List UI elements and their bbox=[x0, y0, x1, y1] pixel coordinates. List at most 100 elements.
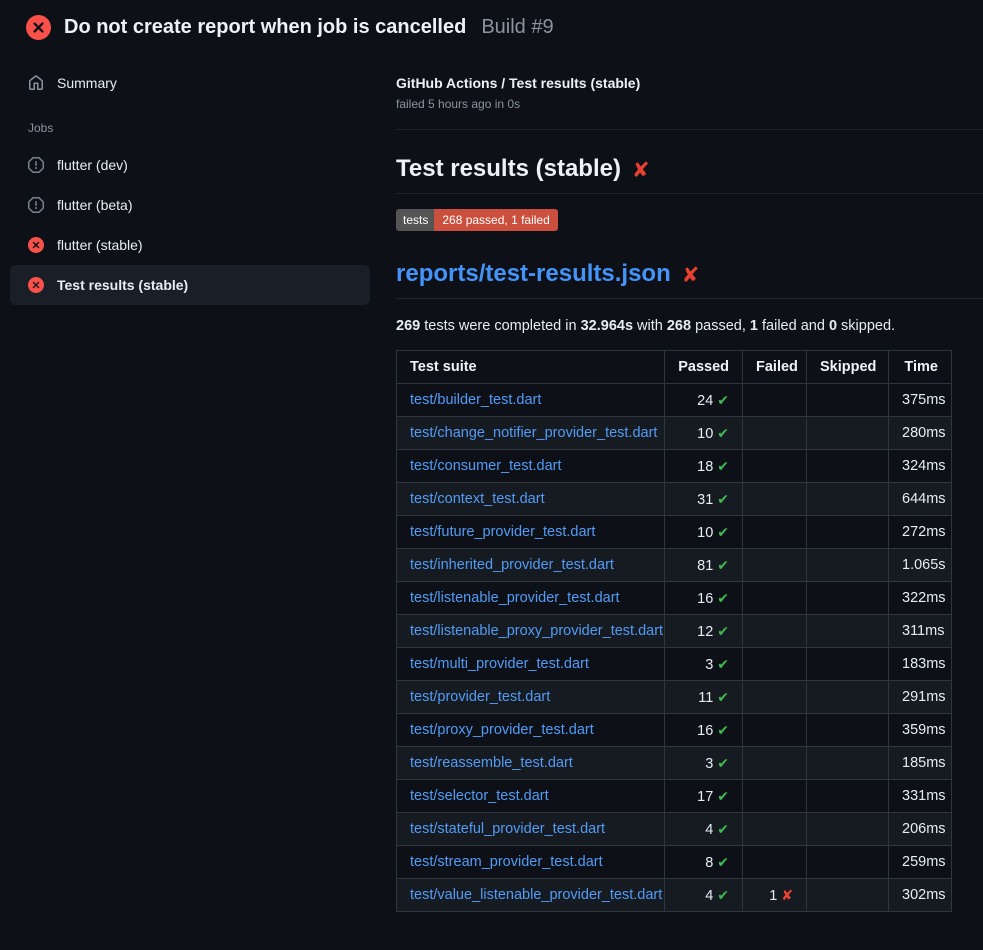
test-suite-link[interactable]: test/multi_provider_test.dart bbox=[410, 656, 589, 672]
test-results-heading: Test results (stable) ✘ bbox=[396, 155, 983, 194]
test-suite-link[interactable]: test/change_notifier_provider_test.dart bbox=[410, 425, 657, 441]
failed-cross-icon: ✘ bbox=[632, 158, 650, 181]
suite-time: 183ms bbox=[902, 656, 946, 672]
column-header-skipped: Skipped bbox=[807, 351, 889, 384]
column-header-passed: Passed bbox=[665, 351, 743, 384]
summary-segment: failed and bbox=[758, 318, 829, 334]
check-icon: ✔ bbox=[717, 854, 729, 870]
home-icon bbox=[28, 75, 44, 91]
check-icon: ✔ bbox=[717, 722, 729, 738]
sidebar: Summary Jobs flutter (dev) flutter (beta… bbox=[0, 51, 380, 305]
passed-count: 16 bbox=[697, 591, 713, 607]
check-icon: ✔ bbox=[717, 524, 729, 540]
workflow-run-title: Do not create report when job is cancell… bbox=[64, 16, 466, 39]
summary-segment: passed, bbox=[691, 318, 750, 334]
passed-count: 17 bbox=[697, 789, 713, 805]
report-file-link[interactable]: reports/test-results.json bbox=[396, 260, 671, 288]
suite-time: 1.065s bbox=[902, 557, 946, 573]
suite-time: 359ms bbox=[902, 722, 946, 738]
sidebar-job-item[interactable]: flutter (beta) bbox=[10, 185, 370, 225]
passed-count: 3 bbox=[705, 657, 713, 673]
passed-count: 4 bbox=[705, 888, 713, 904]
cancelled-stop-icon bbox=[28, 157, 44, 173]
sidebar-job-item[interactable]: flutter (dev) bbox=[10, 145, 370, 185]
suite-time: 311ms bbox=[902, 623, 944, 639]
summary-segment: 32.964s bbox=[581, 318, 633, 334]
check-status-meta: failed 5 hours ago in 0s bbox=[396, 97, 983, 111]
jobs-section-label: Jobs bbox=[28, 121, 380, 135]
test-suite-link[interactable]: test/selector_test.dart bbox=[410, 788, 549, 804]
suite-time: 280ms bbox=[902, 425, 946, 441]
test-suite-link[interactable]: test/value_listenable_provider_test.dart bbox=[410, 887, 662, 903]
test-suite-link[interactable]: test/future_provider_test.dart bbox=[410, 524, 595, 540]
suite-time: 322ms bbox=[902, 590, 946, 606]
table-row: test/stateful_provider_test.dart 4✔ 206m… bbox=[397, 813, 952, 846]
table-row: test/consumer_test.dart 18✔ 324ms bbox=[397, 450, 952, 483]
failed-count: 1 bbox=[769, 888, 777, 904]
sidebar-item-summary[interactable]: Summary bbox=[10, 63, 370, 103]
check-icon: ✔ bbox=[717, 557, 729, 573]
table-row: test/listenable_proxy_provider_test.dart… bbox=[397, 615, 952, 648]
cancelled-stop-icon bbox=[28, 197, 44, 213]
passed-count: 10 bbox=[697, 525, 713, 541]
jobs-list: flutter (dev) flutter (beta) flutter (st… bbox=[0, 145, 380, 305]
sidebar-job-label: Test results (stable) bbox=[57, 277, 188, 293]
table-row: test/selector_test.dart 17✔ 331ms bbox=[397, 780, 952, 813]
test-suite-link[interactable]: test/context_test.dart bbox=[410, 491, 545, 507]
sidebar-job-label: flutter (beta) bbox=[57, 197, 132, 213]
check-icon: ✔ bbox=[717, 755, 729, 771]
passed-count: 10 bbox=[697, 426, 713, 442]
test-results-heading-text: Test results (stable) bbox=[396, 155, 621, 183]
x-icon: ✘ bbox=[781, 887, 793, 903]
summary-segment: 1 bbox=[750, 318, 758, 334]
test-suite-link[interactable]: test/stream_provider_test.dart bbox=[410, 854, 603, 870]
summary-segment: with bbox=[633, 318, 667, 334]
check-icon: ✔ bbox=[717, 656, 729, 672]
passed-count: 3 bbox=[705, 756, 713, 772]
sidebar-job-item[interactable]: Test results (stable) bbox=[10, 265, 370, 305]
suite-time: 324ms bbox=[902, 458, 946, 474]
suite-time: 259ms bbox=[902, 854, 946, 870]
test-suite-link[interactable]: test/consumer_test.dart bbox=[410, 458, 562, 474]
report-file-heading: reports/test-results.json ✘ bbox=[396, 260, 983, 299]
table-row: test/inherited_provider_test.dart 81✔ 1.… bbox=[397, 549, 952, 582]
passed-count: 31 bbox=[697, 492, 713, 508]
results-table-body: test/builder_test.dart 24✔ 375ms test/ch… bbox=[397, 384, 952, 912]
suite-time: 291ms bbox=[902, 689, 946, 705]
build-number: Build #9 bbox=[481, 16, 553, 39]
column-header-time: Time bbox=[889, 351, 952, 384]
test-results-table: Test suite Passed Failed Skipped Time te… bbox=[396, 350, 952, 912]
badge-value: 268 passed, 1 failed bbox=[434, 209, 557, 231]
test-suite-link[interactable]: test/proxy_provider_test.dart bbox=[410, 722, 594, 738]
check-run-header: Do not create report when job is cancell… bbox=[0, 0, 983, 51]
check-icon: ✔ bbox=[717, 491, 729, 507]
check-icon: ✔ bbox=[717, 788, 729, 804]
column-header-failed: Failed bbox=[743, 351, 807, 384]
header-divider bbox=[396, 129, 983, 130]
sidebar-summary-label: Summary bbox=[57, 75, 117, 91]
summary-segment: tests were completed in bbox=[420, 318, 580, 334]
suite-time: 206ms bbox=[902, 821, 946, 837]
x-circle-fill-icon bbox=[28, 237, 44, 253]
table-row: test/change_notifier_provider_test.dart … bbox=[397, 417, 952, 450]
summary-segment: skipped. bbox=[837, 318, 895, 334]
test-suite-link[interactable]: test/stateful_provider_test.dart bbox=[410, 821, 605, 837]
failed-cross-icon: ✘ bbox=[682, 263, 700, 286]
sidebar-job-item[interactable]: flutter (stable) bbox=[10, 225, 370, 265]
test-suite-link[interactable]: test/inherited_provider_test.dart bbox=[410, 557, 614, 573]
check-icon: ✔ bbox=[717, 623, 729, 639]
test-suite-link[interactable]: test/listenable_proxy_provider_test.dart bbox=[410, 623, 663, 639]
test-suite-link[interactable]: test/listenable_provider_test.dart bbox=[410, 590, 620, 606]
column-header-test-suite: Test suite bbox=[397, 351, 665, 384]
table-row: test/context_test.dart 31✔ 644ms bbox=[397, 483, 952, 516]
test-suite-link[interactable]: test/provider_test.dart bbox=[410, 689, 550, 705]
test-suite-link[interactable]: test/builder_test.dart bbox=[410, 392, 541, 408]
sidebar-job-label: flutter (stable) bbox=[57, 237, 143, 253]
table-row: test/proxy_provider_test.dart 16✔ 359ms bbox=[397, 714, 952, 747]
table-row: test/value_listenable_provider_test.dart… bbox=[397, 879, 952, 912]
passed-count: 4 bbox=[705, 822, 713, 838]
test-suite-link[interactable]: test/reassemble_test.dart bbox=[410, 755, 573, 771]
summary-segment: 269 bbox=[396, 318, 420, 334]
check-icon: ✔ bbox=[717, 425, 729, 441]
x-circle-fill-icon bbox=[26, 15, 51, 40]
